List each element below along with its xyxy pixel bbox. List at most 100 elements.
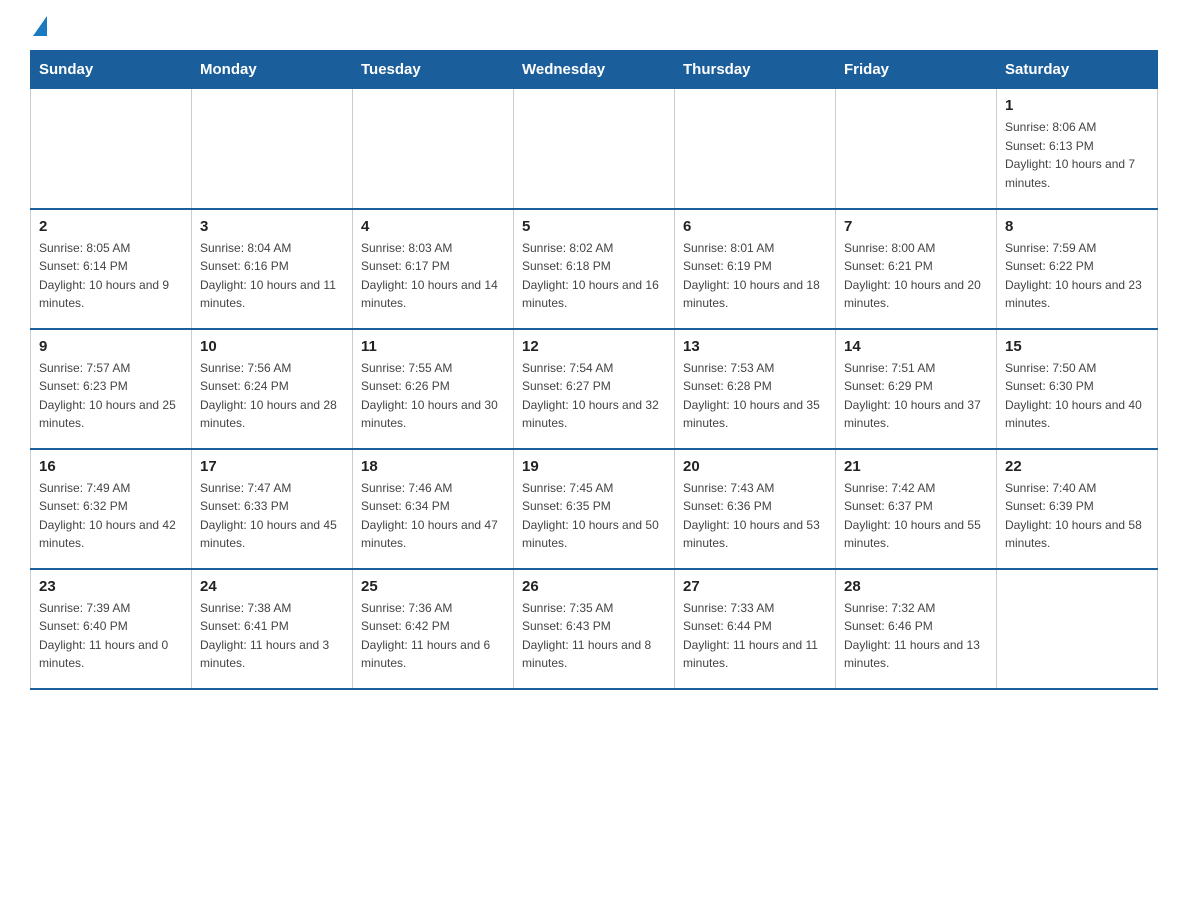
day-number: 2 bbox=[39, 218, 183, 235]
weekday-header-friday: Friday bbox=[836, 51, 997, 89]
day-info: Sunrise: 7:36 AMSunset: 6:42 PMDaylight:… bbox=[361, 599, 505, 673]
day-cell: 11 Sunrise: 7:55 AMSunset: 6:26 PMDayligh… bbox=[353, 329, 514, 449]
day-info: Sunrise: 8:06 AMSunset: 6:13 PMDaylight:… bbox=[1005, 118, 1149, 192]
day-cell: 22 Sunrise: 7:40 AMSunset: 6:39 PMDayligh… bbox=[997, 449, 1158, 569]
day-info: Sunrise: 8:03 AMSunset: 6:17 PMDaylight:… bbox=[361, 239, 505, 313]
day-number: 15 bbox=[1005, 338, 1149, 355]
page-header bbox=[30, 20, 1158, 34]
day-cell: 25 Sunrise: 7:36 AMSunset: 6:42 PMDayligh… bbox=[353, 569, 514, 689]
day-cell bbox=[514, 89, 675, 209]
logo-triangle-icon bbox=[33, 16, 47, 36]
day-cell: 26Sunrise: 7:35 AMSunset: 6:43 PMDayligh… bbox=[514, 569, 675, 689]
logo bbox=[30, 20, 47, 34]
day-number: 20 bbox=[683, 458, 827, 475]
day-number: 22 bbox=[1005, 458, 1149, 475]
weekday-header-tuesday: Tuesday bbox=[353, 51, 514, 89]
day-number: 8 bbox=[1005, 218, 1149, 235]
day-number: 23 bbox=[39, 578, 183, 595]
day-cell: 5Sunrise: 8:02 AMSunset: 6:18 PMDaylight… bbox=[514, 209, 675, 329]
day-cell: 3 Sunrise: 8:04 AMSunset: 6:16 PMDaylight… bbox=[192, 209, 353, 329]
day-cell: 20 Sunrise: 7:43 AMSunset: 6:36 PMDayligh… bbox=[675, 449, 836, 569]
day-cell: 14 Sunrise: 7:51 AMSunset: 6:29 PMDayligh… bbox=[836, 329, 997, 449]
day-cell bbox=[997, 569, 1158, 689]
day-cell: 7 Sunrise: 8:00 AMSunset: 6:21 PMDaylight… bbox=[836, 209, 997, 329]
day-cell: 27 Sunrise: 7:33 AMSunset: 6:44 PMDayligh… bbox=[675, 569, 836, 689]
day-number: 16 bbox=[39, 458, 183, 475]
day-cell: 10 Sunrise: 7:56 AMSunset: 6:24 PMDayligh… bbox=[192, 329, 353, 449]
day-cell bbox=[675, 89, 836, 209]
day-number: 5 bbox=[522, 218, 666, 235]
day-cell: 28 Sunrise: 7:32 AMSunset: 6:46 PMDayligh… bbox=[836, 569, 997, 689]
day-info: Sunrise: 7:54 AMSunset: 6:27 PMDaylight:… bbox=[522, 359, 666, 433]
day-info: Sunrise: 7:59 AMSunset: 6:22 PMDaylight:… bbox=[1005, 239, 1149, 313]
day-cell: 4 Sunrise: 8:03 AMSunset: 6:17 PMDaylight… bbox=[353, 209, 514, 329]
day-cell bbox=[353, 89, 514, 209]
week-row-1: 1 Sunrise: 8:06 AMSunset: 6:13 PMDaylight… bbox=[31, 89, 1158, 209]
day-number: 26 bbox=[522, 578, 666, 595]
day-number: 10 bbox=[200, 338, 344, 355]
day-number: 9 bbox=[39, 338, 183, 355]
day-cell: 9 Sunrise: 7:57 AMSunset: 6:23 PMDaylight… bbox=[31, 329, 192, 449]
day-info: Sunrise: 7:53 AMSunset: 6:28 PMDaylight:… bbox=[683, 359, 827, 433]
day-info: Sunrise: 8:01 AMSunset: 6:19 PMDaylight:… bbox=[683, 239, 827, 313]
day-info: Sunrise: 7:50 AMSunset: 6:30 PMDaylight:… bbox=[1005, 359, 1149, 433]
day-info: Sunrise: 7:57 AMSunset: 6:23 PMDaylight:… bbox=[39, 359, 183, 433]
weekday-header-saturday: Saturday bbox=[997, 51, 1158, 89]
day-cell: 24 Sunrise: 7:38 AMSunset: 6:41 PMDayligh… bbox=[192, 569, 353, 689]
day-number: 3 bbox=[200, 218, 344, 235]
day-number: 27 bbox=[683, 578, 827, 595]
day-number: 12 bbox=[522, 338, 666, 355]
day-number: 28 bbox=[844, 578, 988, 595]
day-cell bbox=[836, 89, 997, 209]
day-number: 21 bbox=[844, 458, 988, 475]
day-info: Sunrise: 7:55 AMSunset: 6:26 PMDaylight:… bbox=[361, 359, 505, 433]
day-info: Sunrise: 7:46 AMSunset: 6:34 PMDaylight:… bbox=[361, 479, 505, 553]
day-info: Sunrise: 7:49 AMSunset: 6:32 PMDaylight:… bbox=[39, 479, 183, 553]
day-number: 18 bbox=[361, 458, 505, 475]
calendar-table: SundayMondayTuesdayWednesdayThursdayFrid… bbox=[30, 50, 1158, 690]
day-number: 1 bbox=[1005, 97, 1149, 114]
day-number: 11 bbox=[361, 338, 505, 355]
day-cell: 15 Sunrise: 7:50 AMSunset: 6:30 PMDayligh… bbox=[997, 329, 1158, 449]
day-cell: 17 Sunrise: 7:47 AMSunset: 6:33 PMDayligh… bbox=[192, 449, 353, 569]
day-cell: 1 Sunrise: 8:06 AMSunset: 6:13 PMDaylight… bbox=[997, 89, 1158, 209]
day-number: 6 bbox=[683, 218, 827, 235]
weekday-header-sunday: Sunday bbox=[31, 51, 192, 89]
day-number: 4 bbox=[361, 218, 505, 235]
day-number: 7 bbox=[844, 218, 988, 235]
day-cell: 19 Sunrise: 7:45 AMSunset: 6:35 PMDayligh… bbox=[514, 449, 675, 569]
day-number: 14 bbox=[844, 338, 988, 355]
day-info: Sunrise: 7:33 AMSunset: 6:44 PMDaylight:… bbox=[683, 599, 827, 673]
weekday-header-wednesday: Wednesday bbox=[514, 51, 675, 89]
day-number: 24 bbox=[200, 578, 344, 595]
day-cell: 6 Sunrise: 8:01 AMSunset: 6:19 PMDaylight… bbox=[675, 209, 836, 329]
day-info: Sunrise: 7:42 AMSunset: 6:37 PMDaylight:… bbox=[844, 479, 988, 553]
day-number: 19 bbox=[522, 458, 666, 475]
day-info: Sunrise: 8:00 AMSunset: 6:21 PMDaylight:… bbox=[844, 239, 988, 313]
day-number: 25 bbox=[361, 578, 505, 595]
day-number: 17 bbox=[200, 458, 344, 475]
weekday-header-monday: Monday bbox=[192, 51, 353, 89]
day-info: Sunrise: 7:51 AMSunset: 6:29 PMDaylight:… bbox=[844, 359, 988, 433]
day-info: Sunrise: 8:04 AMSunset: 6:16 PMDaylight:… bbox=[200, 239, 344, 313]
week-row-3: 9 Sunrise: 7:57 AMSunset: 6:23 PMDaylight… bbox=[31, 329, 1158, 449]
day-number: 13 bbox=[683, 338, 827, 355]
day-info: Sunrise: 7:40 AMSunset: 6:39 PMDaylight:… bbox=[1005, 479, 1149, 553]
day-info: Sunrise: 8:05 AMSunset: 6:14 PMDaylight:… bbox=[39, 239, 183, 313]
week-row-4: 16 Sunrise: 7:49 AMSunset: 6:32 PMDayligh… bbox=[31, 449, 1158, 569]
day-cell: 2 Sunrise: 8:05 AMSunset: 6:14 PMDaylight… bbox=[31, 209, 192, 329]
weekday-header-row: SundayMondayTuesdayWednesdayThursdayFrid… bbox=[31, 51, 1158, 89]
week-row-2: 2 Sunrise: 8:05 AMSunset: 6:14 PMDaylight… bbox=[31, 209, 1158, 329]
day-info: Sunrise: 7:38 AMSunset: 6:41 PMDaylight:… bbox=[200, 599, 344, 673]
day-cell: 12 Sunrise: 7:54 AMSunset: 6:27 PMDayligh… bbox=[514, 329, 675, 449]
day-info: Sunrise: 7:56 AMSunset: 6:24 PMDaylight:… bbox=[200, 359, 344, 433]
day-info: Sunrise: 7:47 AMSunset: 6:33 PMDaylight:… bbox=[200, 479, 344, 553]
day-info: Sunrise: 7:32 AMSunset: 6:46 PMDaylight:… bbox=[844, 599, 988, 673]
day-cell: 8 Sunrise: 7:59 AMSunset: 6:22 PMDaylight… bbox=[997, 209, 1158, 329]
day-cell: 13 Sunrise: 7:53 AMSunset: 6:28 PMDayligh… bbox=[675, 329, 836, 449]
day-cell: 21 Sunrise: 7:42 AMSunset: 6:37 PMDayligh… bbox=[836, 449, 997, 569]
day-info: Sunrise: 7:45 AMSunset: 6:35 PMDaylight:… bbox=[522, 479, 666, 553]
weekday-header-thursday: Thursday bbox=[675, 51, 836, 89]
day-info: Sunrise: 7:43 AMSunset: 6:36 PMDaylight:… bbox=[683, 479, 827, 553]
day-cell: 16 Sunrise: 7:49 AMSunset: 6:32 PMDayligh… bbox=[31, 449, 192, 569]
